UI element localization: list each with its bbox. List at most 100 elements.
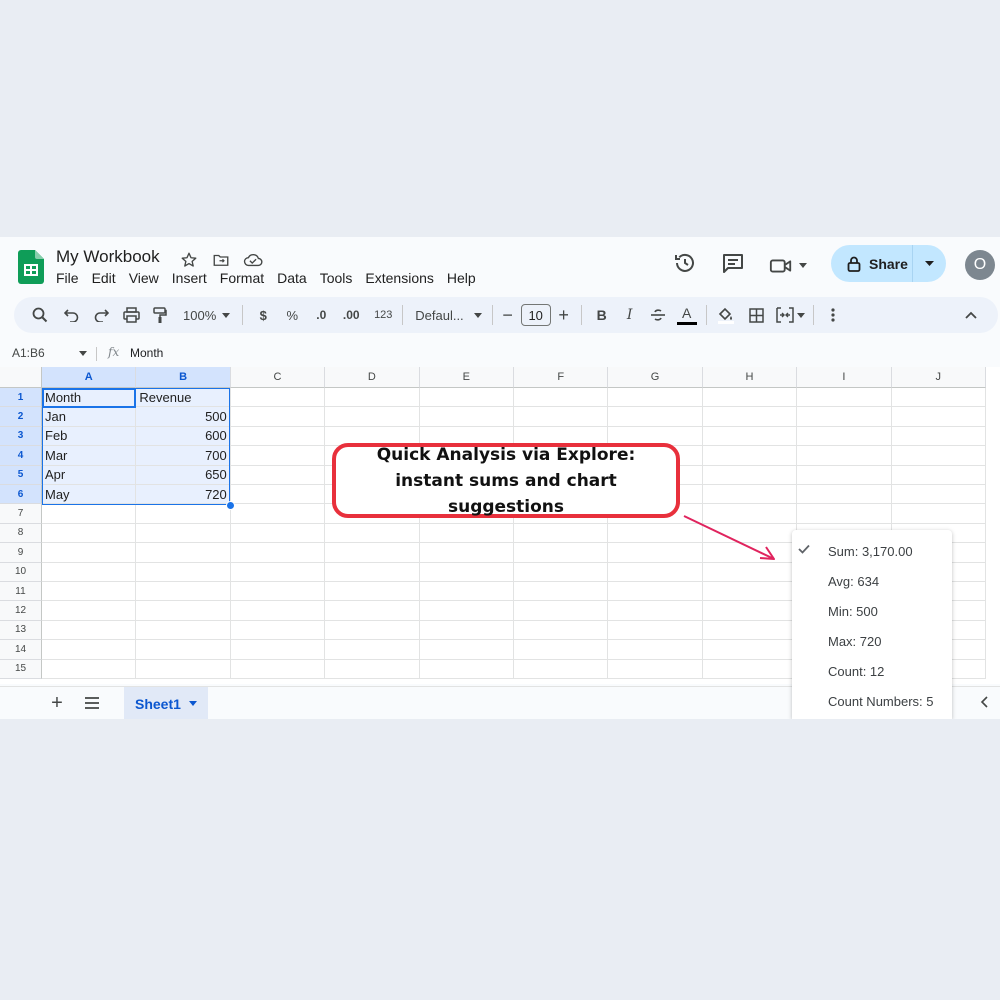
- cell-c7[interactable]: [230, 504, 326, 524]
- cell-d2[interactable]: [325, 407, 420, 427]
- cell-b15[interactable]: [136, 659, 231, 679]
- cell-j1[interactable]: [891, 388, 986, 408]
- cell-i1[interactable]: [797, 388, 892, 408]
- menu-tools[interactable]: Tools: [320, 270, 353, 286]
- cell-f10[interactable]: [514, 562, 609, 582]
- row-header-10[interactable]: 10: [0, 562, 42, 582]
- zoom-select[interactable]: 100%: [183, 301, 231, 329]
- row-header-15[interactable]: 15: [0, 659, 42, 679]
- menu-format[interactable]: Format: [220, 270, 264, 286]
- cell-a10[interactable]: [42, 562, 137, 582]
- search-menus-icon[interactable]: [29, 301, 51, 329]
- cell-c8[interactable]: [230, 523, 326, 544]
- row-header-9[interactable]: 9: [0, 543, 42, 563]
- bold-button[interactable]: B: [592, 301, 612, 329]
- summary-count[interactable]: Count: 12: [828, 664, 884, 679]
- cell-i6[interactable]: [797, 485, 892, 505]
- font-family-select[interactable]: Defaul...: [415, 301, 482, 329]
- cell-j3[interactable]: [891, 426, 986, 447]
- cell-c10[interactable]: [230, 562, 326, 582]
- avatar[interactable]: O: [965, 250, 995, 280]
- cell-d14[interactable]: [325, 640, 420, 660]
- row-header-2[interactable]: 2: [0, 407, 42, 427]
- cell-i4[interactable]: [797, 446, 892, 466]
- cell-b14[interactable]: [136, 640, 231, 660]
- increase-decimal-button[interactable]: .00: [338, 301, 364, 329]
- menu-insert[interactable]: Insert: [172, 270, 207, 286]
- menu-help[interactable]: Help: [447, 270, 476, 286]
- cell-c9[interactable]: [230, 543, 326, 563]
- select-all-corner[interactable]: [0, 367, 42, 388]
- column-header-g[interactable]: G: [608, 367, 703, 388]
- row-header-4[interactable]: 4: [0, 446, 42, 466]
- cell-i5[interactable]: [797, 465, 892, 485]
- cell-h6[interactable]: [702, 485, 798, 505]
- cell-a8[interactable]: [42, 523, 137, 544]
- summary-avg[interactable]: Avg: 634: [828, 574, 879, 589]
- cell-e15[interactable]: [419, 659, 514, 679]
- name-box[interactable]: A1:B6: [12, 346, 45, 360]
- sheets-logo-icon[interactable]: [18, 250, 44, 284]
- cell-a6[interactable]: May: [42, 485, 137, 505]
- cell-h15[interactable]: [702, 659, 798, 679]
- share-options-button[interactable]: [913, 260, 946, 267]
- cell-g2[interactable]: [608, 407, 703, 427]
- paint-format-icon[interactable]: [149, 301, 171, 329]
- row-header-13[interactable]: 13: [0, 620, 42, 641]
- menu-data[interactable]: Data: [277, 270, 307, 286]
- cell-h11[interactable]: [702, 582, 798, 602]
- cell-j6[interactable]: [891, 485, 986, 505]
- cell-f8[interactable]: [514, 523, 609, 544]
- row-header-11[interactable]: 11: [0, 582, 42, 602]
- cell-d15[interactable]: [325, 659, 420, 679]
- fill-color-icon[interactable]: [715, 301, 737, 329]
- column-header-i[interactable]: I: [797, 367, 892, 388]
- borders-icon[interactable]: [746, 301, 768, 329]
- cell-h14[interactable]: [702, 640, 798, 660]
- document-title[interactable]: My Workbook: [56, 247, 160, 267]
- side-panel-toggle-icon[interactable]: [980, 695, 988, 711]
- cell-h13[interactable]: [702, 620, 798, 641]
- cell-b12[interactable]: [136, 601, 231, 621]
- cell-b8[interactable]: [136, 523, 231, 544]
- column-header-h[interactable]: H: [702, 367, 798, 388]
- cell-c6[interactable]: [230, 485, 326, 505]
- cell-e9[interactable]: [419, 543, 514, 563]
- cell-d10[interactable]: [325, 562, 420, 582]
- decrease-font-size-button[interactable]: −: [499, 301, 517, 329]
- cell-c13[interactable]: [230, 620, 326, 641]
- cell-h1[interactable]: [702, 388, 798, 408]
- cell-c12[interactable]: [230, 601, 326, 621]
- merge-cells-icon[interactable]: [775, 301, 805, 329]
- cell-g15[interactable]: [608, 659, 703, 679]
- comments-icon[interactable]: [721, 251, 745, 280]
- more-formats-button[interactable]: 123: [370, 301, 396, 329]
- cell-e14[interactable]: [419, 640, 514, 660]
- cell-i2[interactable]: [797, 407, 892, 427]
- cell-c1[interactable]: [230, 388, 326, 408]
- strikethrough-icon[interactable]: [648, 301, 668, 329]
- column-header-c[interactable]: C: [230, 367, 326, 388]
- undo-icon[interactable]: [60, 301, 82, 329]
- cell-g12[interactable]: [608, 601, 703, 621]
- cell-h4[interactable]: [702, 446, 798, 466]
- menu-extensions[interactable]: Extensions: [365, 270, 433, 286]
- cell-a3[interactable]: Feb: [42, 426, 137, 447]
- meet-video-icon[interactable]: [769, 256, 807, 276]
- cell-f1[interactable]: [514, 388, 609, 408]
- cell-b11[interactable]: [136, 582, 231, 602]
- cell-c14[interactable]: [230, 640, 326, 660]
- cell-a1[interactable]: Month: [42, 388, 137, 408]
- cell-i7[interactable]: [797, 504, 892, 524]
- cell-b6[interactable]: 720: [136, 485, 231, 505]
- cell-a14[interactable]: [42, 640, 137, 660]
- cell-f15[interactable]: [514, 659, 609, 679]
- cell-c5[interactable]: [230, 465, 326, 485]
- cell-a13[interactable]: [42, 620, 137, 641]
- cell-g11[interactable]: [608, 582, 703, 602]
- cell-c4[interactable]: [230, 446, 326, 466]
- fill-handle[interactable]: [226, 501, 235, 510]
- row-header-1[interactable]: 1: [0, 388, 42, 408]
- cell-e8[interactable]: [419, 523, 514, 544]
- cell-f13[interactable]: [514, 620, 609, 641]
